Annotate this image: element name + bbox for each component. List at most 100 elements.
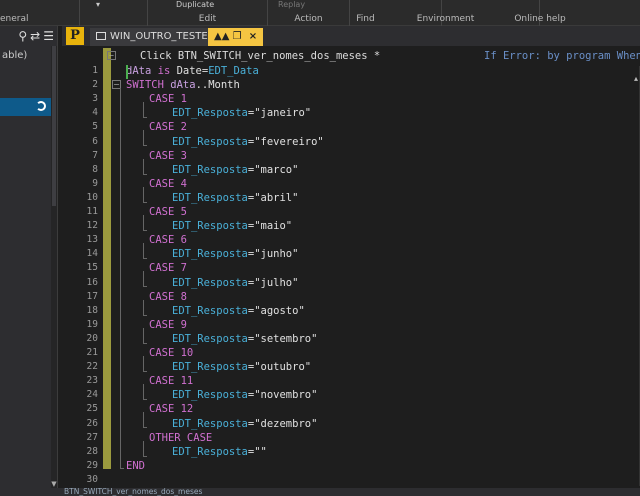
code-token: "marco" [254,163,299,176]
code-line[interactable]: EDT_Resposta="setembro" [172,332,317,346]
close-icon[interactable]: × [249,31,257,42]
case-guide [143,243,147,260]
code-line[interactable]: EDT_Resposta="agosto" [172,304,305,318]
code-token: OTHER CASE [149,431,213,444]
code-area[interactable]: dAta is Date=EDT_Data SWITCH dAta..Month C… [120,64,636,488]
scroll-down-icon[interactable]: ▼ [51,480,57,488]
code-line[interactable]: CASE 5 [149,205,187,219]
code-token: "novembro" [254,389,318,402]
code-editor[interactable]: − Click BTN_SWITCH_ver_nomes_dos_meses *… [62,46,640,488]
list-icon[interactable]: ☰ [43,29,54,43]
tab-label: WIN_OUTRO_TESTE [110,31,208,42]
code-token: CASE 2 [149,121,187,134]
code-token: CASE 10 [149,347,194,359]
line-number: 5 [92,121,98,133]
code-token: "setembro" [254,332,318,345]
line-number: 2 [92,79,98,91]
code-line[interactable]: EDT_Resposta="janeiro" [172,106,311,120]
line-number: 29 [86,459,98,471]
tab-win-outro-teste[interactable]: WIN_OUTRO_TESTE [90,28,214,46]
tab-active-code[interactable]: ▲▲ ❐ × [208,28,264,46]
line-number: 8 [92,163,98,175]
ribbon-group-label: Edit [198,14,217,24]
line-number: 6 [92,135,98,147]
code-line[interactable]: CASE 3 [149,149,187,163]
ribbon-group-label: eneral [0,14,29,24]
code-line[interactable]: CASE 1 [149,92,187,106]
status-bar: BTN_SWITCH_ver_nomes_dos_meses [0,487,640,496]
code-line[interactable]: CASE 7 [149,261,187,275]
line-number: 22 [86,361,98,373]
code-line[interactable]: END [126,459,145,473]
line-number: 28 [86,445,98,457]
code-token: "" [254,445,267,458]
code-line[interactable]: CASE 11 [149,374,193,388]
code-line[interactable]: EDT_Resposta="novembro" [172,388,317,402]
code-line[interactable]: CASE 10 [149,346,193,360]
code-line[interactable]: EDT_Resposta="outubro" [172,360,311,374]
code-token: EDT_Data [208,65,259,77]
line-number: 26 [86,417,98,429]
code-token: EDT_Resposta [172,332,248,345]
code-token: EDT_Resposta [172,107,248,120]
event-title: Click BTN_SWITCH_ver_nomes_dos_meses * [140,50,381,62]
block-guide [120,88,124,469]
line-number-gutter: 1 2 3 4 5 6 7 8 9 10 11 12 13 14 15 16 17 18 19 20 21 22 23 24 2… [62,64,100,488]
code-line[interactable]: CASE 2 [149,120,187,134]
ribbon-group-toggle[interactable]: ▾ [80,0,148,26]
code-token: "maio" [254,220,293,233]
code-token: "abril" [254,191,299,204]
code-line[interactable]: EDT_Resposta="dezembro" [172,417,317,431]
code-token: CASE 6 [149,234,187,247]
case-guide [143,271,147,288]
scrollbar-thumb[interactable] [52,46,56,206]
if-error-option[interactable]: If Error: by program When [484,48,640,64]
case-guide [143,440,147,457]
code-line[interactable]: EDT_Resposta="fevereiro" [172,135,324,149]
code-line[interactable]: dAta is Date=EDT_Data [126,64,259,78]
code-token: SWITCH [126,79,171,92]
panel-scrollbar[interactable]: ▼ [51,46,57,488]
code-line[interactable]: CASE 4 [149,177,187,191]
code-line[interactable]: CASE 9 [149,318,187,332]
status-text: BTN_SWITCH_ver_nomes_dos_meses [64,487,203,496]
duplicate-button[interactable]: Duplicate [176,0,214,9]
line-number: 21 [86,347,98,358]
collapse-icon[interactable]: − [107,51,116,60]
code-line[interactable]: EDT_Resposta="abril" [172,191,298,205]
line-number: 3 [92,93,98,105]
code-line[interactable]: EDT_Resposta="maio" [172,219,292,233]
code-line[interactable]: CASE 8 [149,290,187,304]
ribbon-group-online-help: Online help [514,0,640,26]
dropdown-arrow-icon[interactable]: ▾ [96,0,100,9]
loading-spinner-icon [36,101,46,111]
code-token: "junho" [254,248,299,261]
ribbon-group-label: Online help [514,14,566,24]
project-logo-icon[interactable]: P [66,27,84,45]
code-line[interactable]: SWITCH dAta..Month [126,78,240,92]
scroll-up-icon[interactable]: ▴ [634,74,638,83]
sync-icon[interactable]: ⇄ [30,29,40,43]
replay-button[interactable]: Replay [278,0,305,9]
code-line[interactable]: EDT_Resposta="" [172,445,267,459]
line-number: 17 [86,290,98,302]
code-line[interactable]: EDT_Resposta="julho" [172,276,298,290]
search-icon[interactable]: ⚲ [18,29,27,43]
ribbon-group-edit: Duplicate Edit [148,0,268,26]
panel-selected-item[interactable] [0,98,52,116]
code-token: "fevereiro" [254,135,324,148]
code-token: EDT_Resposta [172,163,248,176]
restore-icon[interactable]: ❐ [233,31,242,42]
code-token: CASE 11 [149,375,194,388]
code-line[interactable]: EDT_Resposta="junho" [172,247,298,261]
panel-item[interactable]: able) [0,48,57,64]
gutter-bar [103,64,111,469]
code-line[interactable]: OTHER CASE [149,431,212,445]
event-header: − Click BTN_SWITCH_ver_nomes_dos_meses *… [62,48,640,64]
code-token: CASE 4 [149,177,187,190]
code-line[interactable]: CASE 12 [149,402,193,416]
code-line[interactable]: EDT_Resposta="marco" [172,163,298,177]
code-line[interactable]: CASE 6 [149,233,187,247]
code-token: EDT_Resposta [172,304,248,317]
code-token: "outubro" [254,361,312,374]
